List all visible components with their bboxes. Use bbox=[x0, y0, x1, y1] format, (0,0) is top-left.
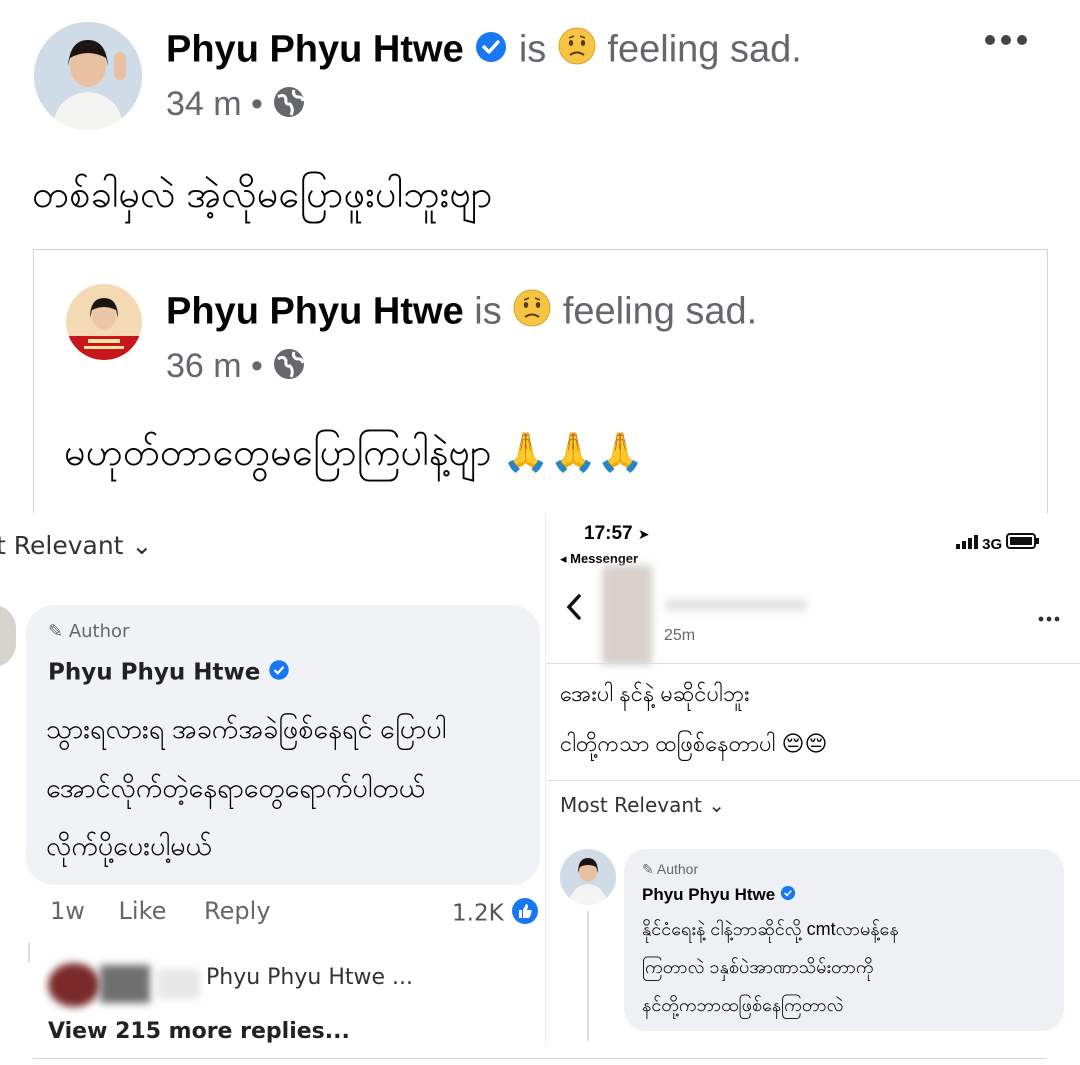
shared-post-time[interactable]: 36 m bbox=[166, 347, 242, 385]
right-status-time: 17:57 ➤ bbox=[584, 523, 650, 545]
right-redacted-name bbox=[666, 599, 806, 611]
left-comment-actions: 1w Like Reply bbox=[50, 897, 271, 925]
right-commenter-photo bbox=[560, 849, 616, 905]
feeling-text[interactable]: feeling sad. bbox=[607, 29, 801, 71]
right-back-chevron-icon[interactable] bbox=[564, 593, 584, 626]
right-sort-label[interactable]: Most Relevant ⌄ bbox=[560, 793, 725, 817]
left-view-more-replies[interactable]: View 215 more replies... bbox=[48, 1019, 350, 1044]
left-comment-screenshot: t Relevant ⌄ ✎ Author Phyu Phyu Htwe သွာ… bbox=[0, 513, 540, 1065]
left-author-badge: ✎ Author bbox=[48, 621, 129, 642]
right-comment-line-1: နိုင်ငံရေးနဲ့ ငါနဲ့ဘာဆိုင်လို့ cmtလာမန့်… bbox=[642, 919, 899, 939]
shared-is-word: is bbox=[474, 290, 502, 333]
right-thread-line bbox=[587, 911, 589, 1041]
location-arrow-icon: ➤ bbox=[637, 526, 650, 542]
left-sort-label[interactable]: t Relevant ⌄ bbox=[0, 531, 152, 560]
left-commenter-name[interactable]: Phyu Phyu Htwe bbox=[48, 660, 260, 686]
signal-bars-icon bbox=[956, 535, 982, 553]
right-post-line-2: ငါတို့ကသာ ထဖြစ်နေတာပါ 😔😔 bbox=[560, 731, 828, 756]
left-reply-redacted-extra bbox=[156, 969, 200, 999]
right-author-badge-text: Author bbox=[656, 861, 699, 877]
globe-icon bbox=[272, 85, 306, 128]
right-post-time[interactable]: 25m bbox=[664, 627, 695, 645]
left-like-reaction-icon bbox=[511, 897, 539, 931]
right-redacted-avatar[interactable] bbox=[602, 565, 652, 665]
right-messenger-screenshot: 17:57 ➤ ◂ Messenger 3G 25m အေးပါ နင်နဲ့ … bbox=[545, 513, 1080, 1045]
right-commenter-line: Phyu Phyu Htwe bbox=[642, 885, 796, 906]
right-post-divider bbox=[546, 780, 1080, 781]
shared-meta-dot: • bbox=[251, 347, 263, 385]
sad-face-icon bbox=[557, 26, 597, 77]
shared-author-name[interactable]: Phyu Phyu Htwe bbox=[166, 291, 464, 333]
shared-post-header-line: Phyu Phyu Htwe is feeling sad. bbox=[166, 288, 757, 339]
post-header-line: Phyu Phyu Htwe is feeling sad. bbox=[166, 26, 802, 74]
verified-badge-icon bbox=[474, 29, 508, 75]
right-author-badge: ✎ Author bbox=[642, 861, 698, 878]
shared-sad-face-icon bbox=[512, 288, 552, 339]
shared-post-body: မဟုတ်တာတွေမပြောကြပါနဲ့ဗျာ 🙏🙏🙏 bbox=[64, 432, 645, 474]
author-name[interactable]: Phyu Phyu Htwe bbox=[166, 29, 464, 71]
left-commenter-line: Phyu Phyu Htwe bbox=[48, 659, 290, 687]
right-comment-line-2: ကြတာလဲ ၁နှစ်ပဲအာဏာသိမ်းတာကို bbox=[642, 957, 874, 977]
right-comment-line-3: နင်တို့ကဘာထဖြစ်နေကြတာလဲ bbox=[642, 995, 844, 1015]
shared-globe-icon bbox=[272, 347, 306, 390]
battery-icon bbox=[1006, 533, 1040, 553]
avatar-photo bbox=[34, 22, 142, 130]
right-header-divider bbox=[546, 663, 1080, 664]
shared-author-avatar[interactable] bbox=[66, 284, 142, 360]
left-comment-line-3: လိုက်ပို့ပေးပါ့မယ် bbox=[46, 831, 212, 861]
right-commenter-avatar[interactable] bbox=[560, 849, 616, 905]
right-pen-icon: ✎ bbox=[642, 861, 654, 877]
author-avatar[interactable] bbox=[34, 22, 142, 130]
network-type: 3G bbox=[982, 536, 1003, 553]
bottom-border bbox=[33, 1058, 1046, 1059]
shared-post-meta: 36 m • bbox=[166, 346, 306, 390]
left-reply-redacted-name bbox=[100, 965, 150, 1003]
left-thread-line bbox=[28, 943, 30, 963]
right-chevron-down-icon: ⌄ bbox=[708, 793, 726, 817]
left-comment-time[interactable]: 1w bbox=[50, 897, 85, 925]
right-post-line-1: အေးပါ နင်နဲ့ မဆိုင်ပါဘူး bbox=[560, 681, 750, 706]
left-reply-button[interactable]: Reply bbox=[204, 897, 270, 925]
is-word: is bbox=[518, 28, 547, 71]
left-comment-line-2: အောင်လိုက်တဲ့နေရာတွေရောက်ပါတယ် bbox=[46, 773, 425, 803]
left-reply-preview[interactable]: Phyu Phyu Htwe ... bbox=[206, 965, 413, 990]
left-verified-badge-icon bbox=[268, 659, 290, 687]
left-author-badge-text: Author bbox=[68, 621, 130, 642]
post-meta: 34 m • bbox=[166, 84, 306, 128]
right-verified-badge-icon bbox=[780, 885, 796, 906]
left-reaction-count: 1.2K bbox=[452, 900, 504, 927]
more-options-icon[interactable] bbox=[982, 22, 1030, 56]
left-pen-icon: ✎ bbox=[48, 621, 64, 642]
left-sort-text: t Relevant bbox=[0, 531, 124, 560]
post-time[interactable]: 34 m bbox=[166, 85, 242, 123]
left-like-button[interactable]: Like bbox=[119, 897, 167, 925]
left-comment-line-1: သွားရလားရ အခက်အခဲဖြစ်နေရင် ပြောပါ bbox=[46, 714, 447, 744]
meta-dot: • bbox=[251, 85, 263, 123]
shared-feeling-text[interactable]: feeling sad. bbox=[563, 291, 757, 333]
shared-avatar-photo bbox=[66, 284, 142, 360]
right-commenter-name[interactable]: Phyu Phyu Htwe bbox=[642, 885, 775, 904]
right-more-icon[interactable] bbox=[1038, 609, 1060, 627]
right-status-icons: 3G bbox=[956, 533, 1040, 553]
left-chevron-down-icon: ⌄ bbox=[131, 531, 153, 560]
right-sort-text: Most Relevant bbox=[560, 793, 702, 817]
left-commenter-avatar[interactable] bbox=[0, 605, 16, 667]
post-body: တစ်ခါမှလဲ အဲ့လိုမပြောဖူးပါဘူးဗျာ bbox=[32, 174, 493, 216]
left-reply-avatar[interactable] bbox=[48, 963, 100, 1007]
left-reaction-summary[interactable]: 1.2K bbox=[452, 897, 539, 931]
right-status-time-text: 17:57 bbox=[584, 523, 633, 544]
